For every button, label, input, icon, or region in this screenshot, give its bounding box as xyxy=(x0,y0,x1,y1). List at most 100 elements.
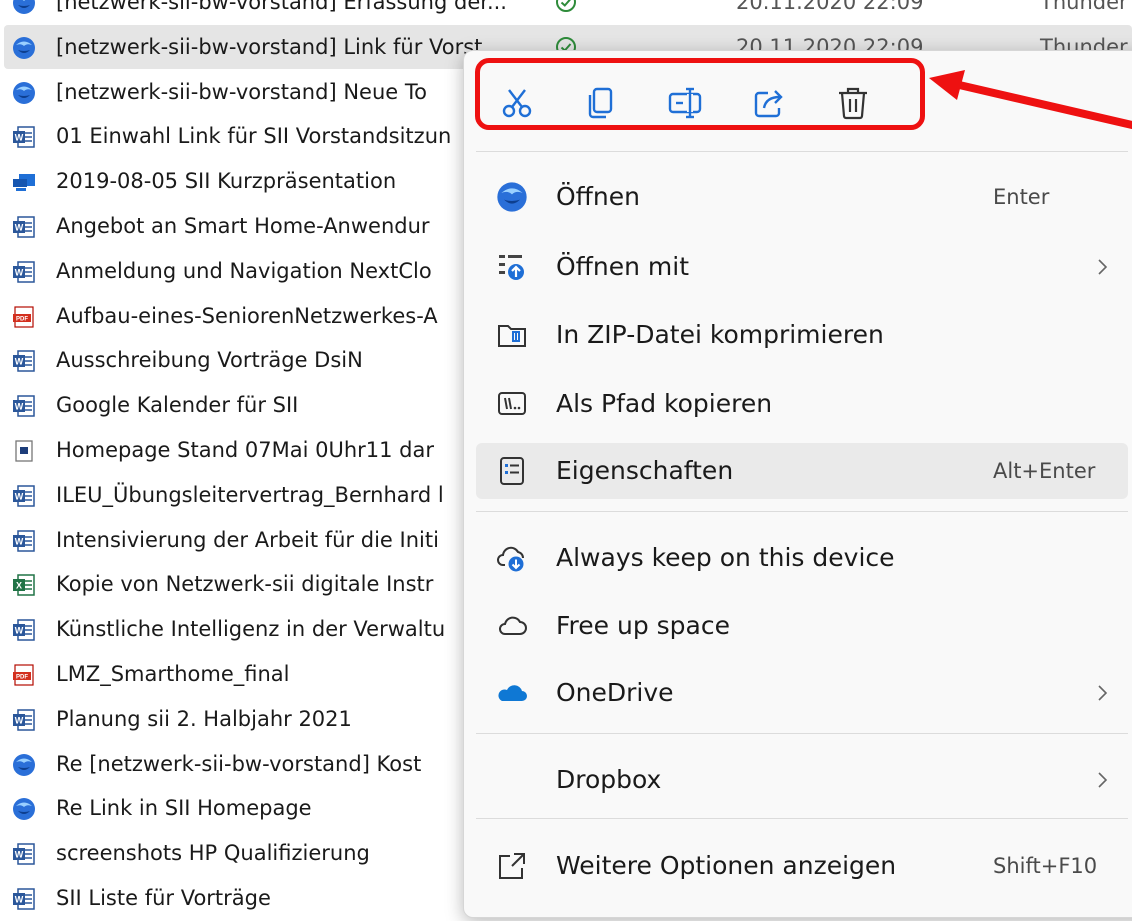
file-name: Google Kalender für SII xyxy=(56,393,299,418)
properties-icon xyxy=(496,455,528,487)
menu-item-always-keep-on-this-device[interactable]: Always keep on this device xyxy=(476,530,1128,586)
presentation-icon xyxy=(12,170,36,194)
file-name: LMZ_Smarthome_final xyxy=(56,662,290,686)
chevron-right-icon xyxy=(1096,255,1110,279)
svg-text:W: W xyxy=(15,357,24,367)
menu-item-label: Always keep on this device xyxy=(556,543,895,572)
svg-text:W: W xyxy=(15,267,24,277)
menu-item-label: Öffnen mit xyxy=(556,252,690,281)
menu-item-free-up-space[interactable]: Free up space xyxy=(476,598,1128,654)
thunderbird-icon xyxy=(12,81,36,105)
file-date: 20.11.2020 22:09 xyxy=(736,0,924,14)
file-name: [netzwerk-sii-bw-vorstand] Erfassung der… xyxy=(56,0,507,14)
word-doc-icon: W xyxy=(12,618,36,642)
menu-item-offnen-mit[interactable]: Öffnen mit xyxy=(476,239,1128,295)
menu-item-in-zip-datei-komprimieren[interactable]: In ZIP-Datei komprimieren xyxy=(476,307,1128,363)
menu-item-shortcut: Enter xyxy=(993,185,1050,209)
cloud-outline-icon xyxy=(496,610,528,642)
menu-item-label: Als Pfad kopieren xyxy=(556,389,773,418)
svg-text:PDF: PDF xyxy=(16,674,28,680)
word-doc-icon: W xyxy=(12,708,36,732)
menu-item-shortcut: Shift+F10 xyxy=(993,854,1098,878)
file-name: Homepage Stand 07Mai 0Uhr11 dar xyxy=(56,438,435,462)
chevron-right-icon xyxy=(1096,768,1110,792)
svg-text:W: W xyxy=(15,491,24,501)
menu-item-label: Öffnen xyxy=(556,182,640,211)
svg-text:X: X xyxy=(16,581,22,591)
pdf-icon: PDF xyxy=(12,305,36,329)
word-doc-icon: W xyxy=(12,887,36,911)
file-name: Re Link in SII Homepage xyxy=(56,796,312,821)
file-name: Aufbau-eines-SeniorenNetzwerkes-A xyxy=(56,303,438,328)
excel-icon: X xyxy=(12,573,36,597)
annotation-highlight-box xyxy=(475,58,925,130)
menu-separator xyxy=(476,511,1128,512)
svg-text:W: W xyxy=(15,715,24,725)
menu-item-shortcut: Alt+Enter xyxy=(993,459,1096,483)
copy-path-icon xyxy=(496,388,528,420)
menu-item-label: Weitere Optionen anzeigen xyxy=(556,851,897,880)
word-doc-icon: W xyxy=(12,842,36,866)
menu-item-weitere-optionen-anzeigen[interactable]: Weitere Optionen anzeigen Shift+F10 xyxy=(476,838,1128,894)
menu-item-dropbox[interactable]: Dropbox xyxy=(476,752,1128,808)
menu-separator xyxy=(476,818,1128,819)
pdf-icon: PDF xyxy=(12,663,36,687)
menu-item-label: In ZIP-Datei komprimieren xyxy=(556,320,884,349)
word-doc-icon: W xyxy=(12,125,36,149)
file-name: [netzwerk-sii-bw-vorstand] Neue To xyxy=(56,79,427,104)
file-name: Künstliche Intelligenz in der Verwaltu xyxy=(56,617,446,642)
annotation-arrow xyxy=(929,70,1132,129)
menu-item-onedrive[interactable]: OneDrive xyxy=(476,665,1128,721)
open-with-icon xyxy=(496,251,528,283)
file-name: [netzwerk-sii-bw-vorstand] Link für Vors… xyxy=(56,34,483,59)
image-file-icon xyxy=(12,439,36,463)
menu-separator xyxy=(476,151,1128,152)
menu-item-als-pfad-kopieren[interactable]: Als Pfad kopieren xyxy=(476,376,1128,432)
thunderbird-icon xyxy=(12,36,36,60)
word-doc-icon: W xyxy=(12,215,36,239)
file-name: Intensivierung der Arbeit für die Initi xyxy=(56,527,439,552)
file-row[interactable]: [netzwerk-sii-bw-vorstand] Erfassung der… xyxy=(0,0,1132,24)
file-name: Ausschreibung Vorträge DsiN xyxy=(56,348,363,373)
file-name: ILEU_Übungsleitervertrag_Bernhard l xyxy=(56,482,444,507)
svg-text:W: W xyxy=(15,223,24,233)
zip-folder-icon xyxy=(496,319,528,351)
file-name: Anmeldung und Navigation NextClo xyxy=(56,258,432,283)
file-name: SII Liste für Vorträge xyxy=(56,886,271,910)
menu-item-eigenschaften[interactable]: Eigenschaften Alt+Enter xyxy=(476,443,1128,499)
svg-text:PDF: PDF xyxy=(16,316,28,322)
file-name: Re [netzwerk-sii-bw-vorstand] Kost xyxy=(56,751,422,776)
word-doc-icon: W xyxy=(12,394,36,418)
thunderbird-icon xyxy=(496,181,528,213)
menu-item-label: Eigenschaften xyxy=(556,456,734,485)
word-doc-icon: W xyxy=(12,349,36,373)
file-name: Kopie von Netzwerk-sii digitale Instr xyxy=(56,572,434,597)
svg-text:W: W xyxy=(15,626,24,636)
word-doc-icon: W xyxy=(12,260,36,284)
menu-item-label: Dropbox xyxy=(556,765,662,794)
svg-text:W: W xyxy=(15,895,24,905)
more-options-icon xyxy=(496,850,528,882)
file-name: Planung sii 2. Halbjahr 2021 xyxy=(56,706,352,731)
svg-text:W: W xyxy=(15,133,24,143)
file-type: Thunder xyxy=(1040,0,1128,14)
svg-text:W: W xyxy=(15,402,24,412)
onedrive-icon xyxy=(496,677,528,709)
synced-check-icon xyxy=(554,0,578,14)
file-name: screenshots HP Qualifizierung xyxy=(56,841,370,866)
svg-text:W: W xyxy=(15,850,24,860)
cloud-download-icon xyxy=(496,542,528,574)
menu-separator xyxy=(476,733,1128,734)
word-doc-icon: W xyxy=(12,484,36,508)
menu-item-offnen[interactable]: Öffnen Enter xyxy=(476,169,1128,225)
menu-item-label: OneDrive xyxy=(556,678,674,707)
svg-text:W: W xyxy=(15,536,24,546)
file-name: 01 Einwahl Link für SII Vorstandsitzun xyxy=(56,124,452,149)
word-doc-icon: W xyxy=(12,529,36,553)
thunderbird-icon xyxy=(12,797,36,821)
thunderbird-icon xyxy=(12,0,36,15)
chevron-right-icon xyxy=(1096,681,1110,705)
menu-item-label: Free up space xyxy=(556,611,730,640)
file-name: Angebot an Smart Home-Anwendur xyxy=(56,214,430,238)
context-menu: Öffnen Enter Öffnen mit In ZIP-Datei kompri… xyxy=(463,50,1132,918)
